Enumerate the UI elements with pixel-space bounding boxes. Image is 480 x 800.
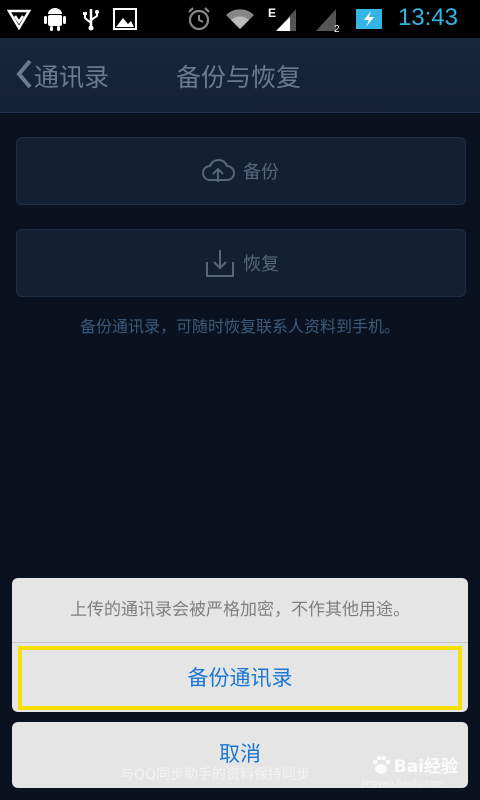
- action-sheet: 上传的通讯录会被严格加密，不作其他用途。 备份通讯录: [12, 578, 468, 712]
- backup-card[interactable]: 备份: [16, 137, 466, 205]
- image-icon: [112, 6, 138, 32]
- sim-label: 2: [334, 24, 340, 33]
- download-tray-icon: [206, 250, 234, 277]
- backup-hint: 备份通讯录，可随时恢复联系人资料到手机。: [79, 317, 400, 336]
- android-debug-icon: [42, 6, 68, 32]
- watermark-text: Bai经验: [393, 757, 458, 777]
- watermark-url: jingyan.baidu.com: [360, 779, 444, 789]
- paw-icon: [372, 755, 391, 774]
- restore-label: 恢复: [243, 254, 279, 275]
- back-button[interactable]: 通讯录: [34, 58, 109, 94]
- footer-text: 与QQ同步助手的资料保持同步: [120, 767, 311, 783]
- battery-charging-icon: [354, 6, 384, 32]
- signal-type-label: E: [268, 6, 276, 20]
- clock: 13:43: [397, 4, 458, 31]
- app-header: 通讯录 备份与恢复: [0, 38, 480, 113]
- backup-contacts-button[interactable]: 备份通讯录: [18, 646, 462, 710]
- usb-icon: [78, 6, 104, 32]
- watermark: Bai经验: [370, 752, 458, 777]
- status-bar: E 2 13:43: [0, 0, 480, 38]
- dialog-message: 上传的通讯录会被严格加密，不作其他用途。: [12, 578, 468, 643]
- restore-card[interactable]: 恢复: [16, 229, 466, 297]
- page-title: 备份与恢复: [176, 63, 302, 92]
- backup-label: 备份: [243, 162, 279, 183]
- alarm-icon: [186, 6, 212, 32]
- cloud-upload-icon: [202, 159, 235, 182]
- signal-icon: E: [268, 6, 298, 32]
- vpn-icon: [6, 6, 32, 32]
- wifi-icon: [224, 6, 256, 32]
- back-chevron-icon[interactable]: [14, 58, 34, 90]
- signal-2-icon: 2: [314, 6, 344, 33]
